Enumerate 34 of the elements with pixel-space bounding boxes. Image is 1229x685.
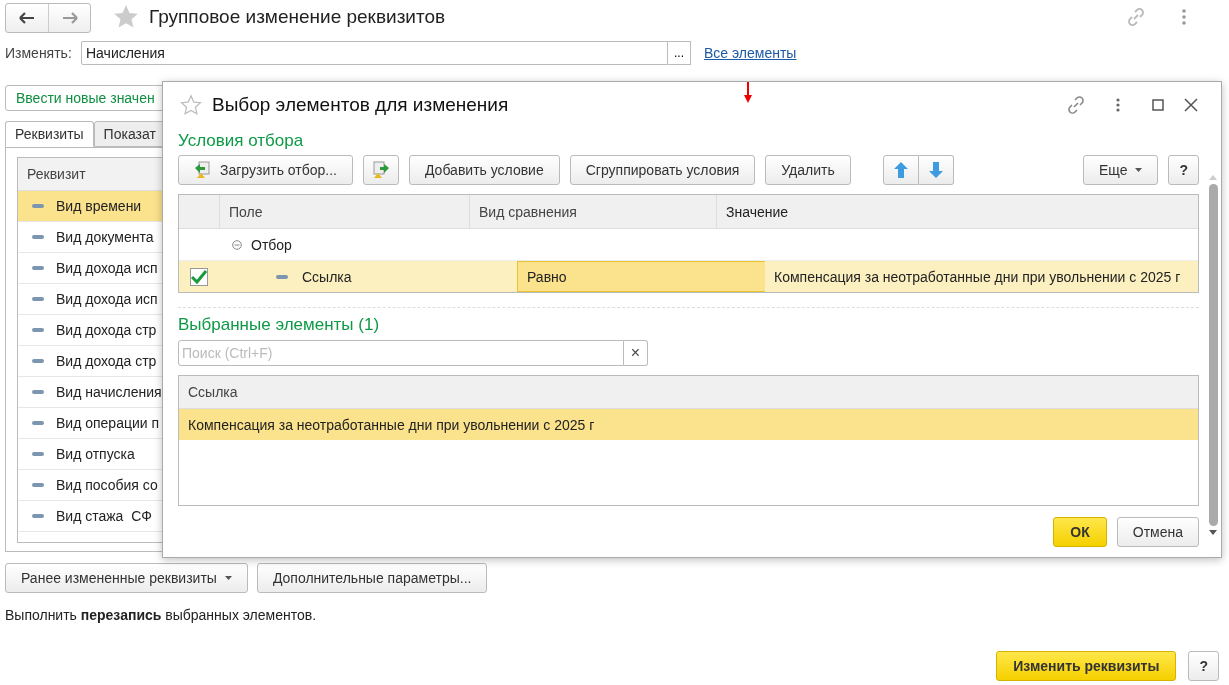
summary-text: Выполнить перезапись выбранных элементов. xyxy=(5,607,318,623)
dialog-button[interactable]: ОК xyxy=(1053,517,1107,547)
tab[interactable]: Реквизиты xyxy=(5,121,94,147)
field-label: Изменять: xyxy=(5,45,73,61)
dialog-button[interactable]: Отмена xyxy=(1116,517,1199,547)
window-title: Групповое изменение реквизитов xyxy=(149,5,446,28)
section-heading: Условия отбора xyxy=(178,130,305,152)
more-button[interactable]: Еще xyxy=(1082,155,1159,185)
change-attributes-button[interactable]: Изменить реквизиты xyxy=(996,651,1177,681)
help-button[interactable]: ? xyxy=(1188,651,1219,681)
table-cell-text: Компенсация за неотработанные дни при увольнении с 2025 г xyxy=(773,267,1182,287)
help-button[interactable]: ? xyxy=(1168,155,1199,185)
column-header: Вид сравнения xyxy=(470,195,717,228)
toolbar-button[interactable]: Добавить условие xyxy=(408,155,560,185)
toolbar-button[interactable]: Удалить xyxy=(765,155,851,185)
dialog-title: Выбор элементов для изменения xyxy=(212,94,509,116)
change-field[interactable]: Начисления xyxy=(81,41,668,65)
column-header: Ссылка xyxy=(188,384,238,400)
select-button[interactable]: ... xyxy=(668,41,691,65)
form-button[interactable]: Ранее измененные реквизиты xyxy=(5,563,248,593)
toolbar-button[interactable]: Сгруппировать условия xyxy=(569,155,756,185)
table-cell: Отбор xyxy=(251,236,292,253)
column-header: Реквизит xyxy=(27,166,86,182)
all-elements-link[interactable]: Все элементы xyxy=(704,45,797,61)
table-row[interactable]: Компенсация за неотработанные дни при увольнении с 2025 г xyxy=(179,409,1198,440)
section-heading: Выбранные элементы (1) xyxy=(178,314,381,336)
form-button[interactable]: Дополнительные параметры... xyxy=(256,563,488,593)
column-header: Поле xyxy=(220,195,470,228)
table-cell: Ссылка xyxy=(302,268,352,285)
comparison-cell[interactable]: Равно xyxy=(517,261,765,292)
search-field[interactable]: Поиск (Ctrl+F) xyxy=(178,340,624,366)
column-header: Значение xyxy=(725,202,790,222)
clear-button[interactable]: × xyxy=(624,340,648,366)
load-filter-button[interactable]: Загрузить отбор... xyxy=(178,155,353,185)
